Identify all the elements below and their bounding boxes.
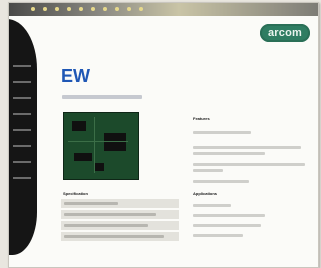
header-dot bbox=[79, 7, 83, 11]
datasheet-page: arcom EW Features Applications Specifica… bbox=[8, 2, 319, 268]
spec-row-text bbox=[64, 213, 156, 216]
spec-row-text bbox=[64, 202, 118, 205]
header-dot bbox=[139, 7, 143, 11]
circuit-board-image bbox=[63, 112, 139, 180]
feature-line bbox=[193, 169, 223, 172]
header-dot bbox=[31, 7, 35, 11]
spec-row-text bbox=[64, 224, 148, 227]
sidebar-tab bbox=[13, 65, 31, 67]
spec-row bbox=[61, 199, 179, 208]
header-dot bbox=[43, 7, 47, 11]
sidebar-tab bbox=[13, 177, 31, 179]
application-line bbox=[193, 214, 265, 217]
feature-line bbox=[193, 146, 301, 149]
board-chip bbox=[72, 121, 86, 131]
header-dot bbox=[115, 7, 119, 11]
board-chip bbox=[94, 163, 104, 171]
board-chip bbox=[74, 153, 92, 161]
header-dot bbox=[55, 7, 59, 11]
spec-row bbox=[61, 232, 179, 241]
applications-heading: Applications bbox=[193, 191, 218, 196]
feature-line bbox=[193, 152, 265, 155]
header-dot bbox=[67, 7, 71, 11]
header-dot bbox=[103, 7, 107, 11]
sidebar-tab bbox=[13, 145, 31, 147]
product-subtitle bbox=[62, 95, 142, 99]
application-line bbox=[193, 204, 231, 207]
board-chip bbox=[104, 133, 126, 151]
arcom-logo: arcom bbox=[260, 24, 310, 42]
application-line bbox=[193, 234, 243, 237]
feature-line bbox=[193, 180, 249, 183]
specification-heading: Specification bbox=[63, 191, 88, 196]
spec-row bbox=[61, 210, 179, 219]
spec-row-text bbox=[64, 235, 164, 238]
sidebar-tab bbox=[13, 113, 31, 115]
features-heading: Features bbox=[193, 116, 210, 121]
header-strip bbox=[9, 3, 318, 16]
sidebar-tab bbox=[13, 97, 31, 99]
feature-line bbox=[193, 131, 251, 134]
product-title: EW bbox=[61, 66, 90, 86]
sidebar-tab bbox=[13, 161, 31, 163]
sidebar-band bbox=[9, 19, 37, 255]
application-line bbox=[193, 224, 261, 227]
spec-row bbox=[61, 221, 179, 230]
board-trace bbox=[68, 141, 128, 142]
feature-line bbox=[193, 163, 305, 166]
board-trace bbox=[94, 117, 95, 173]
sidebar-tab bbox=[13, 129, 31, 131]
header-dot bbox=[127, 7, 131, 11]
sidebar-tab bbox=[13, 81, 31, 83]
header-dot bbox=[91, 7, 95, 11]
